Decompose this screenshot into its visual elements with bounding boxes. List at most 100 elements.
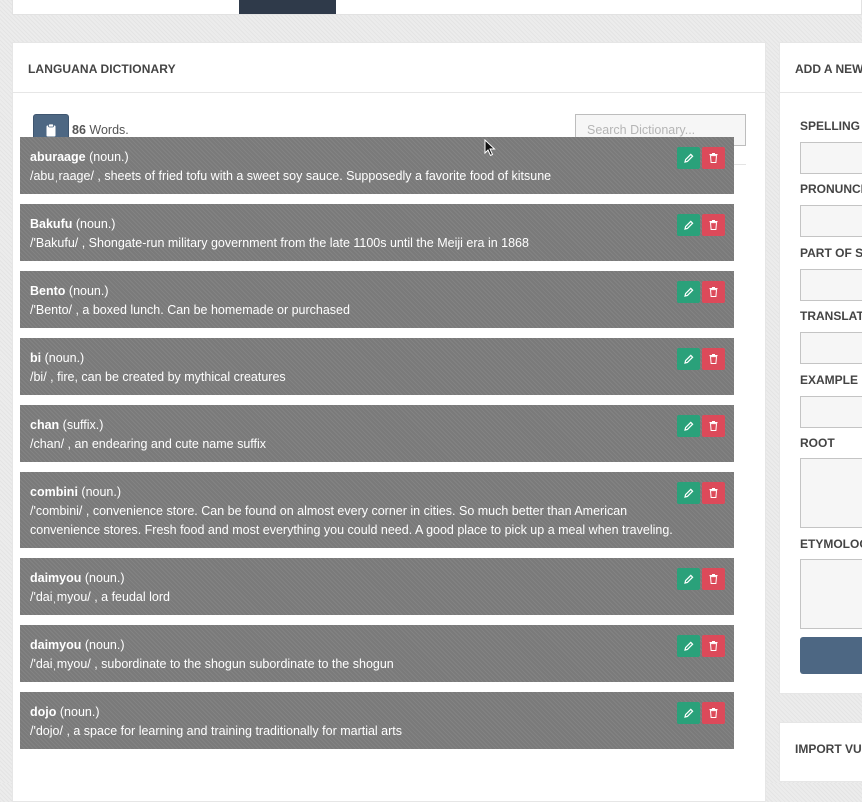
pencil-icon: [683, 488, 693, 498]
dictionary-entry: daimyou (noun.) /'daiˌmyou/ , a feudal lo…: [20, 558, 734, 615]
entry-part-of-speech: (noun.): [75, 217, 116, 231]
entry-word: Bakufu: [30, 217, 73, 231]
entry-actions: [677, 214, 725, 236]
part-of-speech-field[interactable]: [800, 269, 862, 301]
entry-heading: dojo (noun.): [30, 703, 674, 722]
translation-field[interactable]: [800, 332, 862, 364]
entry-actions: [677, 482, 725, 504]
edit-word-button[interactable]: [677, 281, 700, 303]
add-word-title: ADD A NEW WORD: [780, 43, 862, 93]
entry-heading: Bakufu (noun.): [30, 215, 674, 234]
entry-heading: chan (suffix.): [30, 416, 674, 435]
delete-word-button[interactable]: [702, 281, 725, 303]
entry-part-of-speech: (noun.): [84, 638, 125, 652]
entry-actions: [677, 568, 725, 590]
delete-word-button[interactable]: [702, 568, 725, 590]
pencil-icon: [683, 354, 693, 364]
entry-heading: daimyou (noun.): [30, 636, 674, 655]
entry-actions: [677, 281, 725, 303]
entry-definition: /abuˌraage/ , sheets of fried tofu with …: [30, 169, 552, 183]
entry-definition: /'daiˌmyou/ , subordinate to the shogun …: [30, 657, 394, 671]
entry-word: aburaage: [30, 150, 86, 164]
dictionary-entry: Bento (noun.) /'Bento/ , a boxed lunch. C…: [20, 271, 734, 328]
translation-label: TRANSLATION: [800, 309, 862, 323]
entry-definition: /'dojo/ , a space for learning and train…: [30, 724, 403, 738]
pronunciation-label: PRONUNCIATION: [800, 182, 862, 196]
entry-word: daimyou: [30, 571, 82, 585]
add-word-submit-button[interactable]: [800, 637, 862, 674]
entry-definition: /'combini/ , convenience store. Can be f…: [30, 504, 673, 537]
trash-icon: [709, 421, 718, 431]
edit-word-button[interactable]: [677, 214, 700, 236]
word-count-suffix: Words.: [85, 123, 129, 137]
entry-definition: /chan/ , an endearing and cute name suff…: [30, 437, 267, 451]
dictionary-entry: bi (noun.) /bi/ , fire, can be created by…: [20, 338, 734, 395]
trash-icon: [709, 220, 718, 230]
dictionary-entry: aburaage (noun.) /abuˌraage/ , sheets of …: [20, 137, 734, 194]
import-title: IMPORT VULGAR: [795, 742, 862, 756]
pronunciation-field[interactable]: [800, 205, 862, 237]
entry-word: dojo: [30, 705, 57, 719]
etymology-textarea[interactable]: [800, 559, 862, 629]
entry-part-of-speech: (noun.): [68, 284, 109, 298]
entry-definition: /'Bento/ , a boxed lunch. Can be homemad…: [30, 303, 350, 317]
entry-word: Bento: [30, 284, 66, 298]
entry-definition: /'Bakufu/ , Shongate-run military govern…: [30, 236, 529, 250]
trash-icon: [709, 153, 718, 163]
spelling-field[interactable]: [800, 142, 862, 174]
edit-word-button[interactable]: [677, 415, 700, 437]
entry-actions: [677, 147, 725, 169]
entry-definition: /bi/ , fire, can be created by mythical …: [30, 370, 286, 384]
pencil-icon: [683, 220, 693, 230]
delete-word-button[interactable]: [702, 702, 725, 724]
dictionary-entry: Bakufu (noun.) /'Bakufu/ , Shongate-run m…: [20, 204, 734, 261]
example-field[interactable]: [800, 396, 862, 428]
trash-icon: [709, 354, 718, 364]
trash-icon: [709, 488, 718, 498]
dictionary-entry: chan (suffix.) /chan/ , an endearing and …: [20, 405, 734, 462]
dictionary-entry: daimyou (noun.) /'daiˌmyou/ , subordinate…: [20, 625, 734, 682]
entry-part-of-speech: (noun.): [44, 351, 85, 365]
edit-word-button[interactable]: [677, 568, 700, 590]
edit-word-button[interactable]: [677, 482, 700, 504]
trash-icon: [709, 708, 718, 718]
delete-word-button[interactable]: [702, 348, 725, 370]
pencil-icon: [683, 287, 693, 297]
delete-word-button[interactable]: [702, 147, 725, 169]
delete-word-button[interactable]: [702, 415, 725, 437]
edit-word-button[interactable]: [677, 702, 700, 724]
example-label: EXAMPLE: [800, 373, 859, 387]
edit-word-button[interactable]: [677, 348, 700, 370]
dictionary-title: LANGUANA DICTIONARY: [13, 43, 765, 93]
entry-word: chan: [30, 418, 60, 432]
entry-actions: [677, 635, 725, 657]
pencil-icon: [683, 574, 693, 584]
entry-heading: combini (noun.): [30, 483, 674, 502]
entry-part-of-speech: (noun.): [84, 571, 125, 585]
entry-word: bi: [30, 351, 42, 365]
root-textarea[interactable]: [800, 458, 862, 528]
add-word-panel: ADD A NEW WORD SPELLING PRONUNCIATION PA…: [779, 42, 862, 694]
top-nav-bar: [12, 0, 862, 15]
pencil-icon: [683, 641, 693, 651]
entry-part-of-speech: (noun.): [81, 485, 122, 499]
nav-tab-active[interactable]: [239, 0, 336, 14]
delete-word-button[interactable]: [702, 482, 725, 504]
delete-word-button[interactable]: [702, 635, 725, 657]
entry-heading: aburaage (noun.): [30, 148, 674, 167]
entry-part-of-speech: (suffix.): [62, 418, 104, 432]
entry-definition: /'daiˌmyou/ , a feudal lord: [30, 590, 170, 604]
edit-word-button[interactable]: [677, 147, 700, 169]
etymology-label: ETYMOLOGY: [800, 537, 862, 551]
part-of-speech-label: PART OF SPEECH: [800, 246, 862, 260]
delete-word-button[interactable]: [702, 214, 725, 236]
pencil-icon: [683, 421, 693, 431]
root-label: ROOT: [800, 436, 835, 450]
entry-heading: Bento (noun.): [30, 282, 674, 301]
spelling-label: SPELLING: [800, 119, 861, 133]
dictionary-entry: combini (noun.) /'combini/ , convenience …: [20, 472, 734, 548]
mouse-cursor-icon: [484, 139, 496, 157]
edit-word-button[interactable]: [677, 635, 700, 657]
dictionary-entry: dojo (noun.) /'dojo/ , a space for learni…: [20, 692, 734, 749]
entry-part-of-speech: (noun.): [59, 705, 100, 719]
